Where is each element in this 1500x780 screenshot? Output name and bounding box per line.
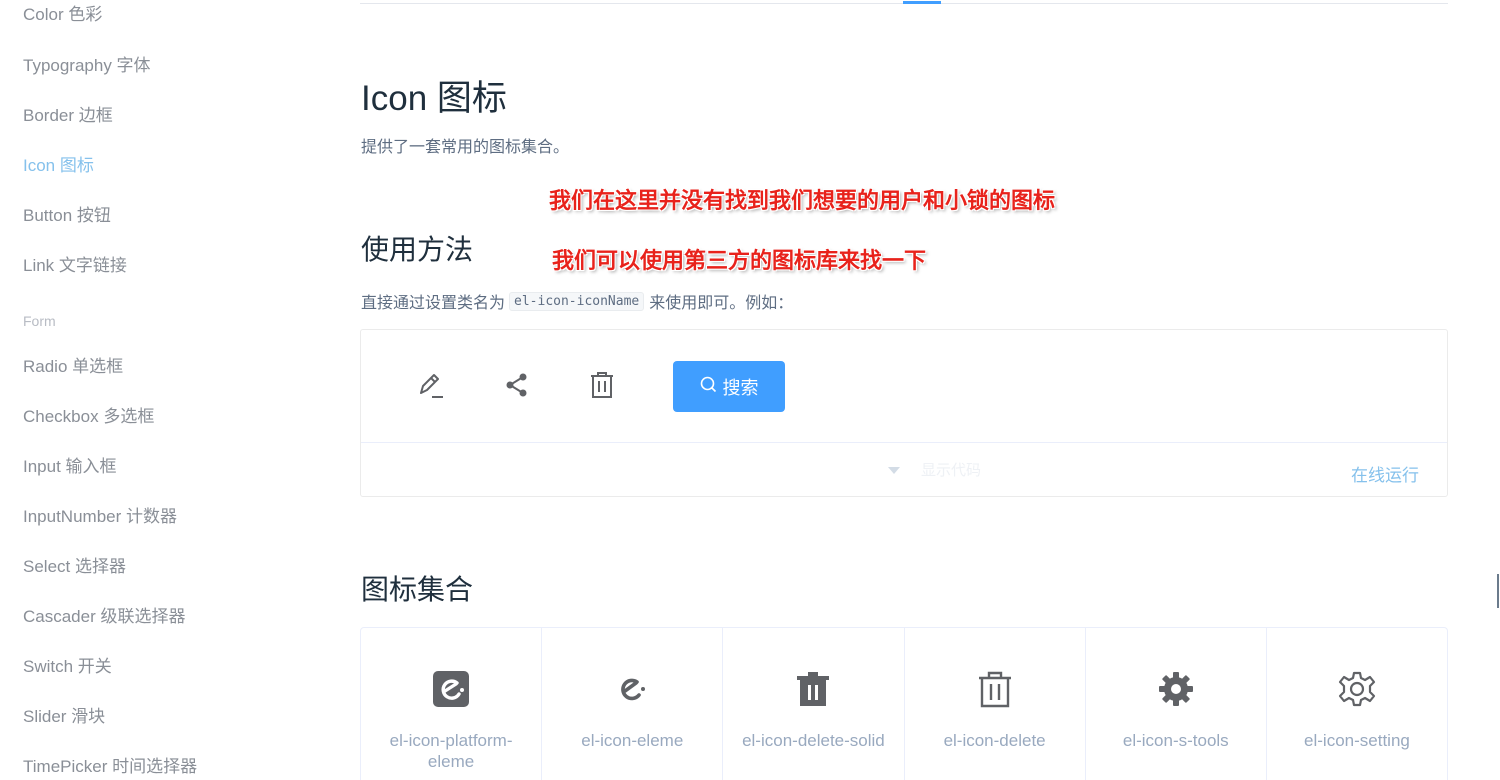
icon-label: el-icon-s-tools xyxy=(1122,731,1229,750)
sidebar-item-inputnumber[interactable]: InputNumber 计数器 xyxy=(23,502,177,527)
icon-grid: el-icon-platform-eleme el-icon-eleme el-… xyxy=(360,627,1448,780)
page-title: Icon 图标 xyxy=(361,79,507,118)
eleme-icon xyxy=(613,670,651,708)
usage-text-before: 直接通过设置类名为 xyxy=(361,295,506,312)
sidebar-item-cascader[interactable]: Cascader 级联选择器 xyxy=(23,602,185,627)
delete-icon xyxy=(976,670,1014,708)
sidebar-item-checkbox[interactable]: Checkbox 多选框 xyxy=(23,402,154,427)
scrollbar-thumb[interactable] xyxy=(1497,574,1499,608)
annotation-line-2: 我们可以使用第三方的图标库来找一下 xyxy=(552,248,927,274)
sidebar-item-select[interactable]: Select 选择器 xyxy=(23,552,126,577)
search-button[interactable]: 搜索 xyxy=(673,361,785,412)
sidebar-item-link[interactable]: Link 文字链接 xyxy=(23,251,127,276)
s-tools-icon xyxy=(1157,670,1195,708)
sidebar-item-slider[interactable]: Slider 滑块 xyxy=(23,702,105,727)
sidebar-item-switch[interactable]: Switch 开关 xyxy=(23,652,112,677)
icon-cell-delete[interactable]: el-icon-delete xyxy=(905,628,1086,780)
search-button-label: 搜索 xyxy=(722,377,759,398)
caret-down-icon xyxy=(888,467,900,474)
icon-label: el-icon-delete xyxy=(943,731,1046,750)
demo-body: 搜索 xyxy=(361,330,1447,442)
annotation-line-1: 我们在这里并没有找到我们想要的用户和小锁的图标 xyxy=(549,188,1056,214)
sidebar-item-input[interactable]: Input 输入框 xyxy=(23,452,117,477)
icon-cell-s-tools[interactable]: el-icon-s-tools xyxy=(1086,628,1267,780)
icon-cell-setting[interactable]: el-icon-setting xyxy=(1267,628,1447,780)
usage-section-title: 使用方法 xyxy=(361,234,474,265)
sidebar-item-button[interactable]: Button 按钮 xyxy=(23,201,111,226)
page-description: 提供了一套常用的图标集合。 xyxy=(361,139,570,156)
sidebar-item-color[interactable]: Color 色彩 xyxy=(23,0,102,25)
setting-icon xyxy=(1338,670,1376,708)
sidebar-item-border[interactable]: Border 边框 xyxy=(23,101,113,126)
icon-label: el-icon-platform-eleme xyxy=(389,731,513,771)
sidebar-group-form: Form xyxy=(23,313,56,329)
edit-icon[interactable] xyxy=(417,370,445,400)
usage-code: el-icon-iconName xyxy=(509,291,645,311)
icon-label: el-icon-setting xyxy=(1304,731,1410,750)
sidebar-item-timepicker[interactable]: TimePicker 时间选择器 xyxy=(23,752,197,777)
icon-cell-eleme[interactable]: el-icon-eleme xyxy=(542,628,724,780)
icon-cell-delete-solid[interactable]: el-icon-delete-solid xyxy=(723,628,905,780)
usage-text: 直接通过设置类名为 el-icon-iconName 来使用即可。例如： xyxy=(361,289,793,313)
sidebar-item-radio[interactable]: Radio 单选框 xyxy=(23,352,123,377)
icon-collection-title: 图标集合 xyxy=(361,574,474,605)
active-tab-indicator xyxy=(903,1,941,4)
sidebar-item-typography[interactable]: Typography 字体 xyxy=(23,51,151,76)
run-online-link[interactable]: 在线运行 xyxy=(1351,461,1419,486)
sidebar-nav: Color 色彩 Typography 字体 Border 边框 Icon 图标… xyxy=(0,0,330,780)
delete-solid-icon xyxy=(794,670,832,708)
usage-text-after: 来使用即可。例如： xyxy=(649,295,794,312)
icon-cell-platform-eleme[interactable]: el-icon-platform-eleme xyxy=(361,628,543,780)
sidebar-item-icon[interactable]: Icon 图标 xyxy=(23,151,94,176)
demo-footer[interactable]: 显示代码 在线运行 xyxy=(361,442,1447,497)
delete-icon[interactable] xyxy=(588,370,616,400)
share-icon[interactable] xyxy=(503,370,531,400)
icon-label: el-icon-delete-solid xyxy=(742,731,885,750)
expand-code-label[interactable]: 显示代码 xyxy=(921,459,981,480)
search-icon xyxy=(700,376,717,398)
icon-label: el-icon-eleme xyxy=(581,731,684,750)
platform-eleme-icon xyxy=(432,670,470,708)
demo-block: 搜索 显示代码 在线运行 xyxy=(360,329,1448,497)
